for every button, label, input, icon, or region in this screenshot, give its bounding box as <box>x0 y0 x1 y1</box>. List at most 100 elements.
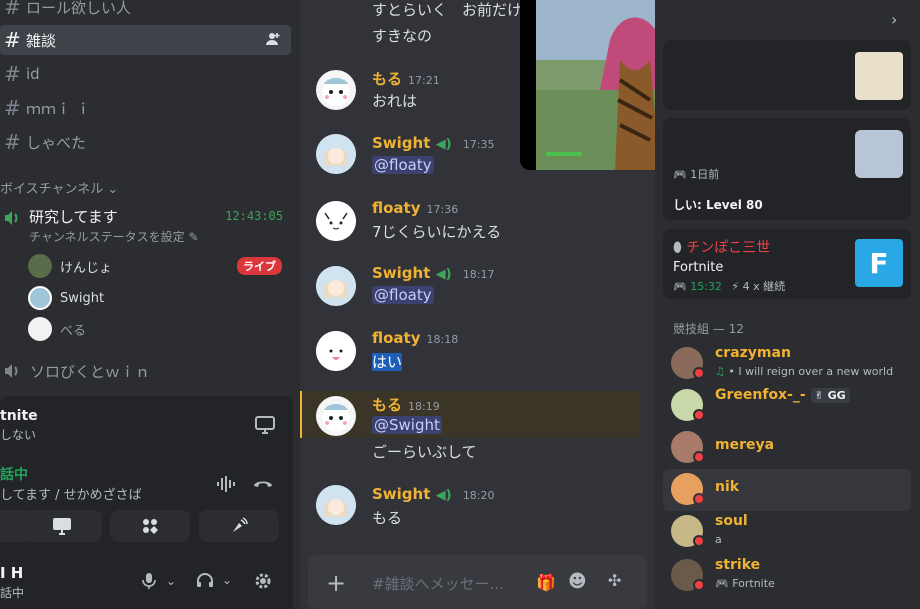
gift-icon[interactable]: 🎁 <box>536 573 556 592</box>
avatar[interactable] <box>316 485 356 525</box>
guild-tag: ✌ GG <box>810 388 850 403</box>
member-item[interactable]: Greenfox-_- ✌ GG <box>663 385 911 427</box>
avatar[interactable] <box>316 134 356 174</box>
hash-icon: # <box>4 96 21 120</box>
avatar[interactable] <box>316 70 356 110</box>
speaker-icon: ◀) <box>435 137 452 152</box>
voice-channel-kenkyu[interactable]: 研究してます 12:43:05 チャンネルステータスを設定 ✎ <box>0 205 291 245</box>
member-panel: › 🎮 1日前 しい: Level 80 ⬮ チンぽこ三世 Fortnite 🎮… <box>655 0 920 609</box>
game-thumbnail <box>855 52 903 100</box>
member-item[interactable]: nik <box>663 469 911 511</box>
channel-roles[interactable]: # ロール欲しい人 <box>0 0 291 22</box>
attach-plus-icon[interactable]: + <box>326 569 346 597</box>
activity-card[interactable] <box>663 40 911 110</box>
activity-card[interactable]: 🎮 1日前 しい: Level 80 <box>663 118 911 220</box>
dnd-status-icon <box>693 493 705 505</box>
hash-icon: # <box>4 62 21 86</box>
channel-shabeta[interactable]: # しゃべた <box>0 127 291 157</box>
speaker-icon <box>5 211 18 225</box>
voice-connected-channel[interactable]: してます / せかめざさば <box>0 484 142 503</box>
apps-icon[interactable]: ✣ <box>608 571 621 590</box>
voice-user[interactable]: べる <box>28 316 290 342</box>
voice-category-header[interactable]: ボイスチャンネル ⌄ <box>0 178 118 197</box>
hash-icon: # <box>4 0 21 19</box>
emoji-icon[interactable]: ☻ <box>568 571 587 592</box>
game-thumbnail <box>855 130 903 178</box>
speaker-icon: ◀) <box>435 488 452 503</box>
dnd-status-icon <box>693 579 705 591</box>
gear-icon <box>255 573 271 589</box>
avatar[interactable] <box>316 201 356 241</box>
message-input[interactable]: #雑談へメッセー... <box>372 573 504 594</box>
hash-icon: # <box>4 28 21 52</box>
member-section-header: 競技組 — 12 <box>673 322 744 336</box>
shield-icon: ⬮ <box>673 240 682 256</box>
selected-text: はい <box>372 353 403 371</box>
chevron-right-icon[interactable]: › <box>891 10 897 29</box>
headphones-icon <box>197 573 213 587</box>
channel-id[interactable]: # id <box>0 59 291 89</box>
user-mention[interactable]: @floaty <box>372 286 434 304</box>
channel-zatsudan[interactable]: # 雑談 <box>0 25 291 55</box>
settings-button[interactable] <box>254 572 272 590</box>
avatar[interactable] <box>316 331 356 371</box>
channel-status-setter[interactable]: チャンネルステータスを設定 ✎ <box>29 228 199 245</box>
voice-channel-name: 研究してます <box>29 208 118 226</box>
gamepad-icon: 🎮 <box>715 577 729 590</box>
disconnect-icon[interactable] <box>252 476 274 490</box>
activity-card[interactable]: ⬮ チンぽこ三世 Fortnite 🎮 15:32 ⚡ 4 x 継続 F <box>663 229 911 299</box>
activities-button[interactable] <box>110 510 190 542</box>
avatar <box>28 286 52 310</box>
live-badge: ライブ <box>237 257 282 275</box>
member-item[interactable]: strike 🎮 Fortnite <box>663 555 911 597</box>
soundboard-icon <box>233 517 248 532</box>
chevron-down-icon[interactable]: ⌄ <box>166 574 176 588</box>
lightning-icon: ⚡ <box>731 280 740 293</box>
voice-user[interactable]: Swight <box>28 285 290 311</box>
chevron-down-icon[interactable]: ⌄ <box>222 573 232 587</box>
member-item[interactable]: crazyman ♫ • I will reign over a new wor… <box>663 343 911 385</box>
add-member-icon[interactable] <box>265 31 281 47</box>
speaker-icon <box>5 364 18 378</box>
share-screen-button[interactable] <box>22 510 102 542</box>
user-status: 話中 <box>0 586 25 600</box>
hash-icon: # <box>4 130 21 154</box>
avatar <box>28 317 52 341</box>
voice-user[interactable]: けんじょ ライブ <box>28 253 290 279</box>
mute-button[interactable]: ⌄ <box>142 572 176 590</box>
fortnite-logo: F <box>855 239 903 287</box>
member-item[interactable]: soul a <box>663 511 911 553</box>
speaker-icon: ◀) <box>435 267 452 282</box>
screen-share-icon[interactable] <box>255 416 275 434</box>
channel-mmii[interactable]: # ｍｍｉ ｉ <box>0 93 291 123</box>
activity-game-title: tnite <box>0 408 38 424</box>
dnd-status-icon <box>693 409 705 421</box>
gamepad-icon: 🎮 <box>673 168 687 181</box>
noise-suppression-icon[interactable] <box>216 474 238 494</box>
gamepad-icon: 🎮 <box>673 280 687 293</box>
deafen-button[interactable]: ⌄ <box>196 572 232 588</box>
microphone-icon <box>142 573 156 589</box>
voice-timer: 12:43:05 <box>225 209 283 223</box>
dnd-status-icon <box>693 535 705 547</box>
voice-connected-label: 話中 <box>0 467 28 483</box>
member-item[interactable]: mereya <box>663 427 911 469</box>
pencil-icon: ✎ <box>188 230 199 244</box>
user-name[interactable]: I H <box>0 564 23 582</box>
user-mention[interactable]: @Swight <box>372 416 442 434</box>
activity-game-sub: しない <box>0 428 37 442</box>
voice-channel-solo[interactable]: ソロびくとｗｉｎ <box>0 358 150 384</box>
activity-panel: tnite しない 話中 してます / せかめざさば I H 話中 ⌄ ⌄ <box>0 396 293 609</box>
music-icon: ♫ <box>715 365 725 378</box>
message-composer[interactable]: + #雑談へメッセー... 🎁 ☻ ✣ <box>308 555 647 609</box>
dnd-status-icon <box>693 451 705 463</box>
avatar[interactable] <box>316 396 356 436</box>
user-mention[interactable]: @floaty <box>372 156 434 174</box>
discord-window: # ロール欲しい人 # 雑談 # id # ｍｍｉ ｉ # しゃべた ボイスチャ… <box>0 0 920 609</box>
activities-icon <box>143 519 158 534</box>
soundboard-button[interactable] <box>199 510 279 542</box>
avatar[interactable] <box>316 266 356 306</box>
chevron-down-icon: ⌄ <box>107 182 119 197</box>
avatar <box>28 254 52 278</box>
channel-sidebar: # ロール欲しい人 # 雑談 # id # ｍｍｉ ｉ # しゃべた ボイスチャ… <box>0 0 300 609</box>
